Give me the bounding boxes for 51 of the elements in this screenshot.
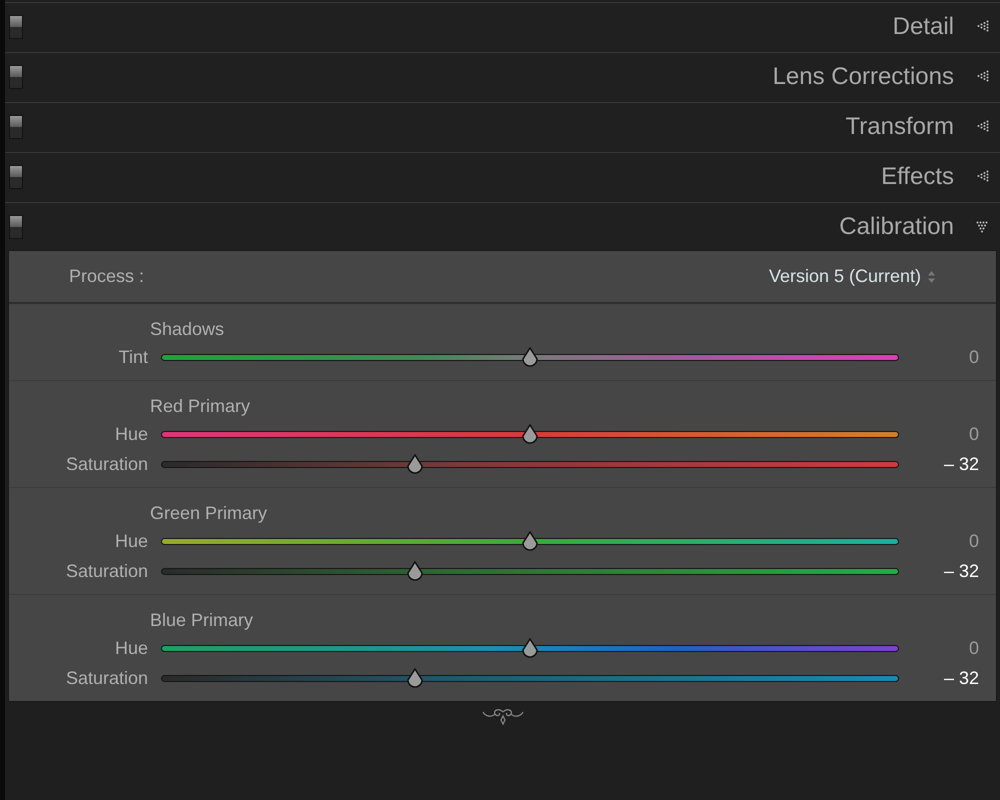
panel-title: Detail [892,12,954,42]
slider[interactable] [161,531,899,551]
slider-thumb[interactable] [406,454,424,474]
slider-label: Hue [114,422,148,446]
slider-value: 0 [968,530,979,552]
collapsed-triangle-icon[interactable] [977,20,989,34]
slider[interactable] [161,454,899,474]
slider[interactable] [161,668,899,688]
slider[interactable] [161,638,899,658]
panel-title: Transform [846,112,954,142]
slider-value: – 32 [942,666,979,690]
panel-title: Lens Corrections [772,62,954,92]
slider-value: 0 [968,636,979,660]
slider-thumb[interactable] [406,668,424,688]
panel-title: Effects [881,162,954,192]
slider-value: 0 [968,422,979,446]
process-dropdown[interactable]: Version 5 (Current) [768,263,936,290]
slider-label: Hue [114,530,148,552]
slider-thumb[interactable] [521,424,539,444]
slider[interactable] [161,561,899,581]
group-title: Red Primary [150,395,252,418]
group-title: Green Primary [150,502,268,525]
slider[interactable] [161,424,899,444]
slider-label: Saturation [64,666,148,690]
slider-thumb[interactable] [406,561,424,581]
expanded-triangle-icon[interactable] [976,220,990,232]
slider-label: Tint [118,346,148,368]
panel-switch-icon[interactable] [9,214,23,238]
panel-switch-icon[interactable] [9,64,23,88]
collapsed-triangle-icon[interactable] [977,170,989,184]
slider-label: Saturation [64,452,148,476]
panel-switch-icon[interactable] [9,164,23,188]
collapsed-triangle-icon[interactable] [977,70,989,84]
ornament-icon [480,708,524,726]
slider[interactable] [161,347,899,367]
slider-thumb[interactable] [521,531,539,551]
slider-label: Hue [114,636,148,660]
collapsed-triangle-icon[interactable] [977,120,989,134]
slider-thumb[interactable] [521,347,539,367]
slider-value: – 32 [942,560,979,582]
panel-switch-icon[interactable] [9,14,23,38]
slider-label: Saturation [64,560,148,582]
group-title: Shadows [150,318,226,341]
panel-title: Calibration [839,212,954,242]
panel-switch-icon[interactable] [9,114,23,138]
slider-value: – 32 [942,452,979,476]
slider-value: 0 [968,346,979,368]
process-label: Process : [69,265,144,288]
up-down-caret-icon [927,270,936,284]
group-title: Blue Primary [150,609,254,632]
slider-thumb[interactable] [521,638,539,658]
